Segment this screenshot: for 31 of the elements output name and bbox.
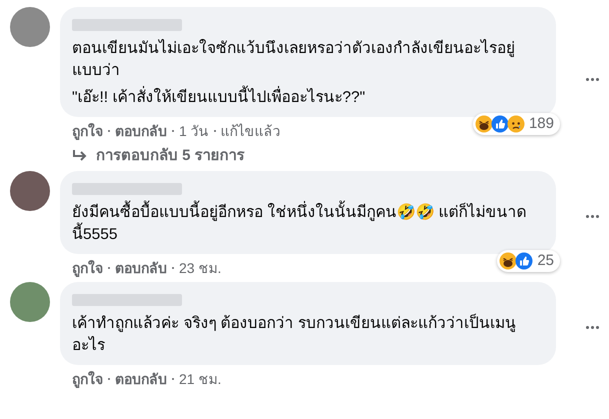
thumbs-up-icon: [515, 252, 534, 270]
comment-text: ยังมีคนซื้อบื้อแบบนี้อยู่อีกหรอ ใช่หนึ่งในนั้นมีกูคน🤣🤣 แต่ก็ไม่ขนาดนี้5555: [72, 202, 544, 246]
action-link[interactable]: ตอบกลับ: [115, 120, 167, 142]
action-link[interactable]: ตอบกลับ: [115, 258, 167, 278]
timestamp: 23 ชม.: [179, 258, 222, 278]
reply-arrow-icon: [72, 149, 88, 163]
more-options-icon[interactable]: [586, 215, 599, 218]
timestamp: 1 วัน: [179, 122, 209, 140]
more-options-icon[interactable]: [586, 78, 599, 80]
reaction-summary[interactable]: 25: [497, 250, 560, 272]
more-options-icon[interactable]: [586, 326, 599, 329]
action-link[interactable]: ถูกใจ: [72, 368, 103, 390]
view-replies-link[interactable]: การตอบกลับ 5 รายการ: [60, 145, 245, 167]
action-link[interactable]: ตอบกลับ: [115, 368, 167, 390]
reaction-count: 189: [528, 114, 554, 134]
comment-text: เค้าทำถูกแล้วค่ะ จริงๆ ต้องบอกว่า รบกวนเขียนแต่ละแก้วว่าเป็นเมนูอะไร: [72, 313, 517, 356]
timestamp: 21 ชม.: [179, 370, 222, 388]
laughing-face-icon: [474, 115, 493, 133]
avatar-placeholder[interactable]: [10, 7, 50, 47]
action-link[interactable]: ถูกใจ: [72, 120, 103, 142]
edited-label: แก้ไขแล้ว: [220, 122, 281, 140]
avatar-placeholder[interactable]: [10, 171, 50, 211]
laughing-face-icon: [499, 252, 518, 270]
comment-text: ตอนเขียนมันไม่เอะใจซักแว้บนึงเลยหรอว่าตัวเองกำลังเขียนอะไรอยู่ แบบว่า: [72, 38, 516, 81]
thumbs-up-icon: [490, 115, 509, 133]
comment-text: "เอ๊ะ!! เค้าสั่งให้เขียนแบบนี้ไปเพื่ออะไรนะ??": [72, 87, 544, 109]
crying-face-icon: [506, 115, 525, 133]
action-link[interactable]: ถูกใจ: [72, 258, 103, 278]
reaction-summary[interactable]: 189: [472, 113, 560, 135]
reaction-count: 25: [537, 250, 554, 271]
avatar-placeholder[interactable]: [10, 282, 50, 322]
